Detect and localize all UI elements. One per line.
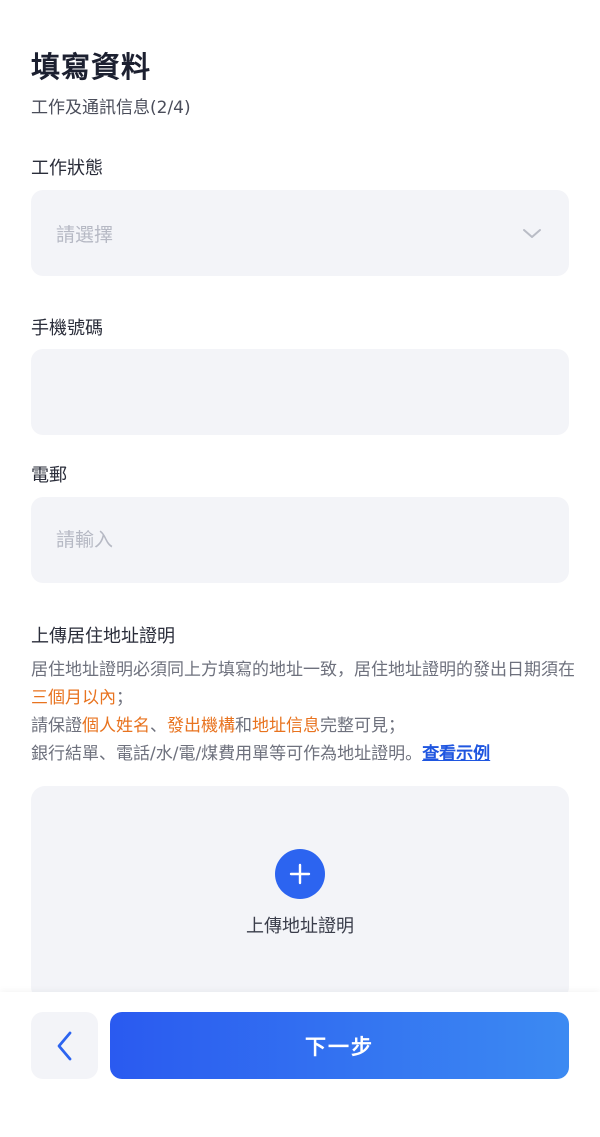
bottom-action-bar: 下一步 <box>0 992 600 1137</box>
chevron-down-icon <box>523 229 541 238</box>
desc-highlight-address: 地址信息 <box>252 716 320 736</box>
desc-text: 、 <box>150 716 167 736</box>
email-field-container <box>31 497 569 583</box>
fill-info-page: 填寫資料 工作及通訊信息(2/4) 工作狀態 請選擇 手機號碼 電郵 上傳居住地… <box>0 0 600 1137</box>
desc-text: 和 <box>235 716 252 736</box>
page-title: 填寫資料 <box>31 50 152 84</box>
chevron-left-icon <box>57 1031 71 1060</box>
email-input[interactable] <box>56 529 544 551</box>
view-example-link[interactable]: 查看示例 <box>422 744 490 764</box>
phone-label: 手機號碼 <box>31 318 103 339</box>
upload-button-label: 上傳地址證明 <box>246 916 354 937</box>
address-proof-label: 上傳居住地址證明 <box>31 626 175 647</box>
email-label: 電郵 <box>31 465 67 486</box>
work-status-label: 工作狀態 <box>31 158 103 179</box>
phone-input[interactable] <box>56 381 544 403</box>
desc-highlight-issuer: 發出機構 <box>167 716 235 736</box>
desc-text: 居住地址證明必須同上方填寫的地址一致，居住地址證明的發出日期須在 <box>31 660 575 680</box>
plus-icon[interactable] <box>275 849 325 899</box>
desc-text: ； <box>116 688 133 708</box>
phone-field-container <box>31 349 569 435</box>
back-button[interactable] <box>31 1012 98 1079</box>
plus-glyph <box>289 863 311 885</box>
desc-text: 請保證 <box>31 716 82 736</box>
step-subtitle: 工作及通訊信息(2/4) <box>31 98 191 118</box>
address-proof-description: 居住地址證明必須同上方填寫的地址一致，居住地址證明的發出日期須在三個月以內； 請… <box>31 656 576 768</box>
next-step-button[interactable]: 下一步 <box>110 1012 569 1079</box>
desc-text: 銀行結單、電話/水/電/煤費用單等可作為地址證明。 <box>31 744 423 764</box>
desc-highlight-three-months: 三個月以內 <box>31 688 116 708</box>
desc-highlight-name: 個人姓名 <box>82 716 150 736</box>
upload-address-proof-area[interactable]: 上傳地址證明 <box>31 786 569 1001</box>
work-status-placeholder: 請選擇 <box>56 223 114 246</box>
desc-text: 完整可見； <box>320 716 405 736</box>
work-status-select[interactable]: 請選擇 <box>31 190 569 276</box>
